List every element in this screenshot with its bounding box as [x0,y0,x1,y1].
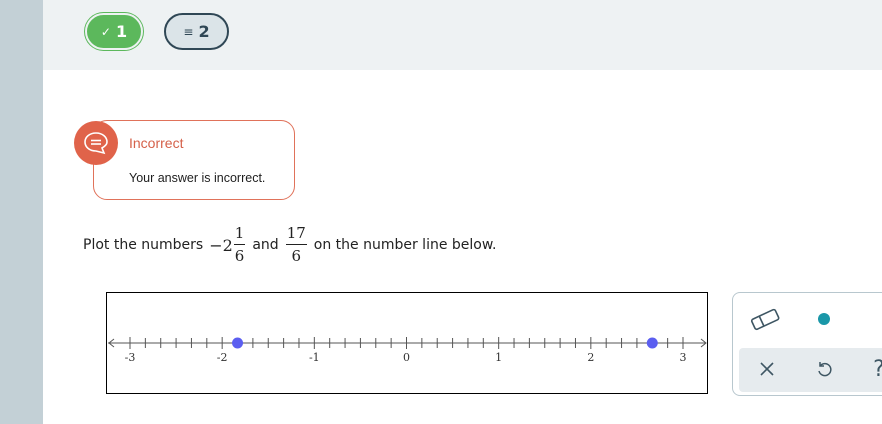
tick-label: -2 [217,351,228,364]
left-rail [0,0,43,424]
current-count: 2 [198,22,210,41]
tick-label: -1 [309,351,320,364]
plotted-point[interactable] [646,337,658,349]
number-one-sign: − [209,235,223,255]
tick-label: 2 [587,351,594,364]
toolbox: ? [732,292,882,396]
clear-icon[interactable] [749,351,785,387]
help-label: ? [873,357,882,382]
help-icon[interactable]: ? [861,351,882,387]
speech-bubble-icon [74,121,118,165]
number-one-whole: 2 [222,235,233,255]
feedback-panel [93,120,295,200]
list-icon: ≡ [183,24,194,39]
number-one: − 2 1 6 [209,226,246,264]
question-prefix: Plot the numbers [83,237,204,253]
eraser-icon[interactable] [747,301,783,337]
question-text: Plot the numbers − 2 1 6 and 17 6 on the… [83,222,496,268]
tick-label: 0 [403,351,410,364]
check-icon: ✓ [100,24,111,39]
correct-count: 1 [115,22,128,41]
number-one-numerator: 1 [233,226,246,245]
tick-label: 3 [680,351,687,364]
question-suffix: on the number line below. [313,237,497,253]
progress-pill-correct[interactable]: ✓ 1 [85,13,143,50]
plotted-point[interactable] [232,337,244,349]
question-joiner: and [252,237,279,253]
feedback-message: Your answer is incorrect. [129,171,266,185]
number-two-fraction: 17 6 [285,226,307,265]
tick-label: -3 [125,351,136,364]
number-two-denominator: 6 [291,247,301,265]
number-two: 17 6 [285,226,308,264]
number-one-fraction: 1 6 [233,226,246,265]
progress-pill-current[interactable]: ≡ 2 [164,13,229,50]
number-two-numerator: 17 [285,226,307,245]
number-one-denominator: 6 [234,247,245,265]
point-tool-icon[interactable] [806,301,842,337]
feedback-title: Incorrect [129,135,184,151]
undo-icon[interactable] [806,351,842,387]
number-line[interactable]: -3 -2 -1 0 1 2 3 [106,292,708,394]
tick-label: 1 [495,351,502,364]
